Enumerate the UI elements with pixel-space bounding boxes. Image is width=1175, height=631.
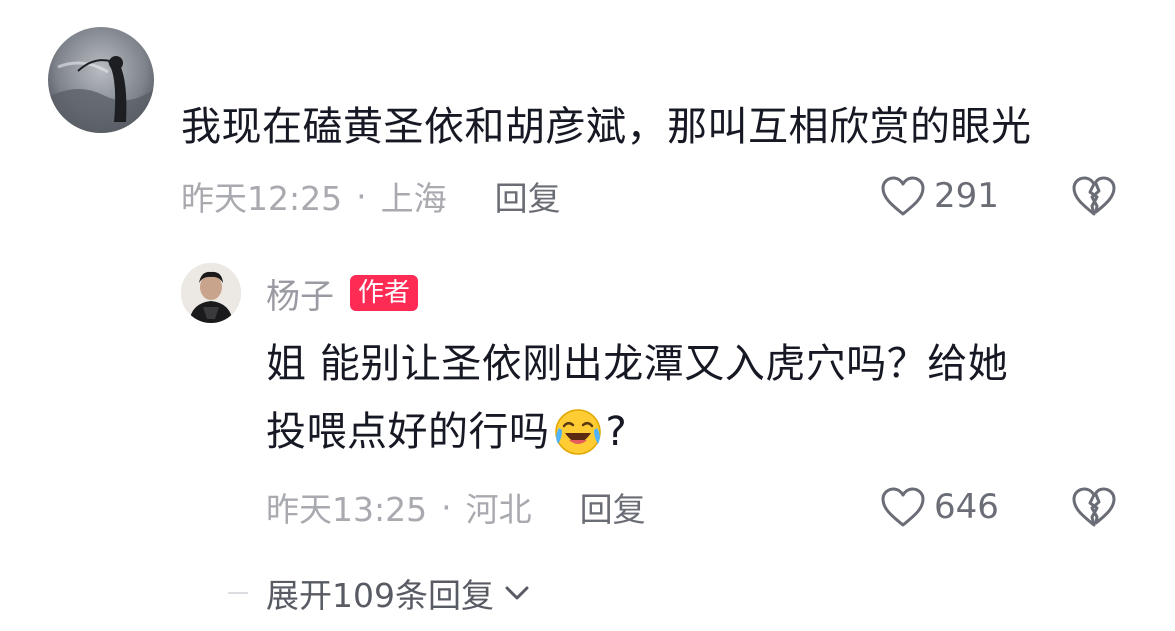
comment-dislike-button[interactable] xyxy=(1070,174,1118,218)
commenter-avatar[interactable] xyxy=(48,27,154,133)
reply-text-line2: 投喂点好的行吗 ? xyxy=(266,402,627,462)
comment-location: 上海 xyxy=(380,179,447,218)
meta-separator: · xyxy=(356,176,367,216)
reply-text-line2-text: 投喂点好的行吗 xyxy=(266,409,550,455)
heart-outline-icon xyxy=(880,486,926,528)
expand-divider xyxy=(228,592,248,594)
reply-header: 杨子 作者 xyxy=(266,269,419,318)
reply-dislike-button[interactable] xyxy=(1070,485,1118,529)
reply-text-line1: 姐 能别让圣依刚出龙潭又入虎穴吗？给她 xyxy=(266,341,1009,387)
comment-reply-button[interactable]: 回复 xyxy=(495,172,561,220)
broken-heart-icon xyxy=(1070,487,1118,533)
reply-text-suffix: ? xyxy=(605,409,628,455)
comment-like-count: 291 xyxy=(934,176,999,216)
reply-like-button[interactable]: 646 xyxy=(880,483,999,531)
comment-meta: 昨天12:25 · 上海 回复 xyxy=(181,172,561,220)
heart-outline-icon xyxy=(880,175,926,217)
comment-text: 我现在磕黄圣依和胡彦斌，那叫互相欣赏的眼光 xyxy=(181,104,1032,150)
author-badge: 作者 xyxy=(350,275,419,311)
comment-like-button[interactable]: 291 xyxy=(880,172,999,220)
expand-replies-label: 展开109条回复 xyxy=(266,576,494,615)
reply-reply-button[interactable]: 回复 xyxy=(580,483,646,531)
reply-location: 河北 xyxy=(465,490,532,529)
broken-heart-icon xyxy=(1070,176,1118,222)
reply-time: 昨天13:25 xyxy=(266,490,428,529)
reply-author-avatar[interactable] xyxy=(181,263,241,323)
expand-replies-button[interactable]: 展开109条回复 xyxy=(266,570,532,616)
chevron-down-icon xyxy=(502,581,532,605)
reply-username[interactable]: 杨子 xyxy=(266,269,334,318)
reply-like-count: 646 xyxy=(934,487,999,527)
comment-time: 昨天12:25 xyxy=(181,179,343,218)
reply-meta: 昨天13:25 · 河北 回复 xyxy=(266,483,646,531)
laughing-crying-emoji-icon xyxy=(552,406,604,458)
meta-separator: · xyxy=(441,487,452,527)
